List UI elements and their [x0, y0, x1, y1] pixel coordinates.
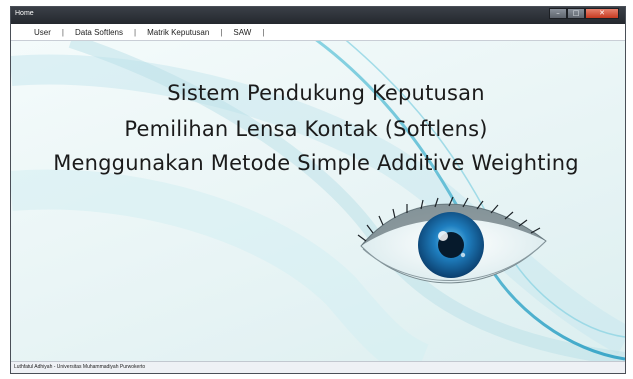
menu-separator: | [61, 27, 64, 37]
close-button[interactable]: ✕ [585, 8, 619, 19]
heading-line-1: Sistem Pendukung Keputusan [167, 81, 485, 105]
window-controls: – □ ✕ [549, 8, 619, 19]
menu-item-matrik-keputusan[interactable]: Matrik Keputusan [145, 28, 211, 37]
minimize-button[interactable]: – [549, 8, 567, 19]
window-title: Home [15, 10, 34, 17]
status-bar: Luthfatul Adhiyah - Universitas Muhammad… [11, 361, 625, 373]
main-content: Sistem Pendukung Keputusan Pemilihan Len… [11, 41, 625, 363]
title-bar[interactable]: Home – □ ✕ [11, 7, 625, 24]
menu-separator: | [262, 27, 265, 37]
menu-item-data-softlens[interactable]: Data Softlens [73, 28, 125, 37]
menu-item-saw[interactable]: SAW [231, 28, 253, 37]
heading-line-3: Menggunakan Metode Simple Additive Weigh… [53, 151, 579, 175]
menu-separator: | [134, 27, 137, 37]
heading-line-2: Pemilihan Lensa Kontak (Softlens) [124, 117, 488, 141]
menu-bar: User | Data Softlens | Matrik Keputusan … [11, 24, 625, 41]
maximize-button[interactable]: □ [567, 8, 585, 19]
status-text: Luthfatul Adhiyah - Universitas Muhammad… [14, 364, 146, 370]
menu-item-user[interactable]: User [32, 28, 53, 37]
app-window: Home – □ ✕ User | Data Softlens | Matrik… [10, 6, 626, 374]
menu-separator: | [220, 27, 223, 37]
